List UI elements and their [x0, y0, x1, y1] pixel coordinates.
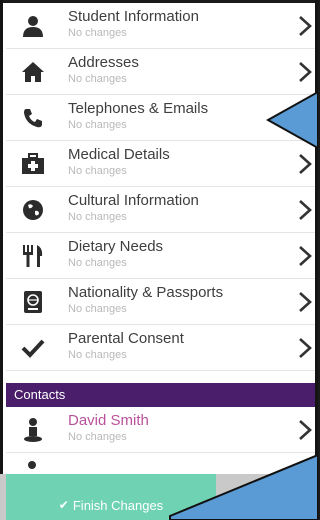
medical-kit-icon: [20, 152, 46, 176]
section-status: No changes: [68, 303, 127, 315]
contact-item[interactable]: David Smith No changes: [6, 407, 315, 453]
section-telephones-emails[interactable]: Telephones & Emails No changes: [6, 95, 315, 141]
chevron-right-icon: [299, 420, 312, 440]
contact-item-partial[interactable]: [6, 453, 315, 474]
section-label: Nationality & Passports: [68, 284, 224, 301]
section-label: Medical Details: [68, 146, 170, 163]
phone-icon: [20, 106, 46, 130]
chevron-right-icon: [299, 16, 312, 36]
section-label: Cultural Information: [68, 192, 199, 209]
section-parental-consent[interactable]: Parental Consent No changes: [6, 325, 315, 371]
finish-changes-label: Finish Changes: [72, 497, 164, 513]
chevron-right-icon: [299, 246, 312, 266]
contact-person-icon: [28, 461, 36, 469]
passport-icon: [20, 290, 46, 314]
section-label: Student Information: [68, 8, 199, 25]
home-icon: [20, 60, 46, 84]
section-status: No changes: [68, 349, 127, 361]
section-status: No changes: [68, 165, 127, 177]
section-status: No changes: [68, 27, 127, 39]
chevron-right-icon: [299, 62, 312, 82]
globe-icon: [20, 198, 46, 222]
app-frame: Student Information No changes Addresses…: [0, 0, 318, 520]
section-label: Addresses: [68, 54, 139, 71]
section-student-information[interactable]: Student Information No changes: [6, 3, 315, 49]
section-status: No changes: [68, 257, 127, 269]
section-status: No changes: [68, 119, 127, 131]
person-icon: [20, 14, 46, 38]
contacts-section-header: Contacts: [6, 383, 315, 407]
cutlery-icon: [20, 244, 46, 268]
section-dietary-needs[interactable]: Dietary Needs No changes: [6, 233, 315, 279]
chevron-right-icon: [299, 338, 312, 358]
finish-changes-button[interactable]: ✔ Finish Changes: [6, 474, 216, 520]
contact-person-icon: [20, 418, 46, 442]
chevron-right-icon: [299, 292, 312, 312]
section-medical-details[interactable]: Medical Details No changes: [6, 141, 315, 187]
contact-name: David Smith: [68, 412, 149, 429]
section-addresses[interactable]: Addresses No changes: [6, 49, 315, 95]
section-nationality-passports[interactable]: Nationality & Passports No changes: [6, 279, 315, 325]
section-status: No changes: [68, 73, 127, 85]
chevron-right-icon: [299, 154, 312, 174]
section-label: Telephones & Emails: [68, 100, 209, 117]
contact-status: No changes: [68, 431, 127, 443]
checkmark-icon: [20, 336, 46, 360]
section-status: No changes: [68, 211, 127, 223]
chevron-right-icon: [299, 200, 312, 220]
checkmark-icon: ✔: [58, 498, 69, 512]
section-label: Dietary Needs: [68, 238, 164, 255]
chevron-right-icon: [299, 108, 312, 128]
section-cultural-information[interactable]: Cultural Information No changes: [6, 187, 315, 233]
section-label: Parental Consent: [68, 330, 184, 347]
chevron-right-icon: [299, 462, 311, 473]
